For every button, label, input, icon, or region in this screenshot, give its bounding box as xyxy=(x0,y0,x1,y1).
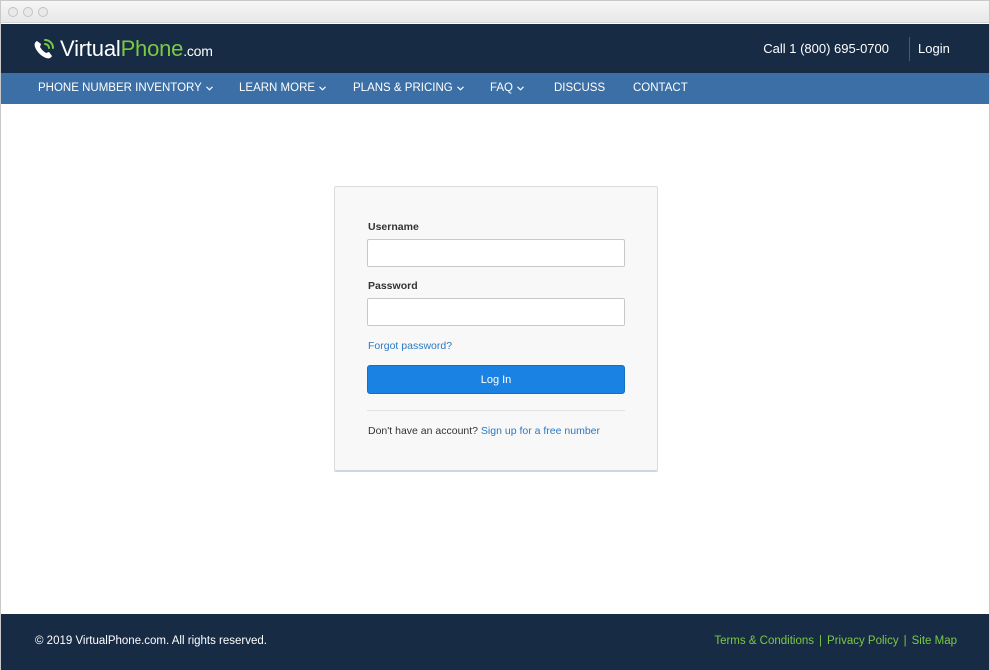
window-minimize-button[interactable] xyxy=(23,7,33,17)
nav-item-discuss[interactable]: DISCUSS xyxy=(554,82,605,94)
logo-word-com: .com xyxy=(183,43,213,59)
nav-item-label: FAQ xyxy=(490,82,514,94)
nav-item-label: LEARN MORE xyxy=(239,82,316,94)
window-maximize-button[interactable] xyxy=(38,7,48,17)
nav-item-label: PLANS & PRICING xyxy=(353,82,453,94)
nav-item-label: DISCUSS xyxy=(554,82,606,94)
site-header: VirtualPhone.com Call 1 (800) 695-0700 L… xyxy=(1,24,989,73)
nav-item-label: CONTACT xyxy=(633,82,688,94)
header-login-link[interactable]: Login xyxy=(918,41,950,56)
nav-item-label: PHONE NUMBER INVENTORY xyxy=(38,82,202,94)
password-field[interactable] xyxy=(367,298,625,326)
copyright-text: © 2019 VirtualPhone.com. All rights rese… xyxy=(35,635,267,647)
browser-window: VirtualPhone.com Call 1 (800) 695-0700 L… xyxy=(0,0,990,670)
nav-item-contact[interactable]: CONTACT xyxy=(633,82,688,94)
username-field[interactable] xyxy=(367,239,625,267)
nav-item-faq[interactable]: FAQ xyxy=(490,82,524,94)
header-divider xyxy=(909,37,910,61)
footer-link-terms[interactable]: Terms & Conditions xyxy=(714,635,814,647)
chevron-down-icon xyxy=(456,85,464,91)
nav-item-learn-more[interactable]: LEARN MORE xyxy=(239,82,326,94)
forgot-password-link[interactable]: Forgot password? xyxy=(368,340,452,352)
footer-separator: | xyxy=(819,635,823,647)
main-navigation: PHONE NUMBER INVENTORY LEARN MORE PLANS … xyxy=(1,73,989,104)
signup-link[interactable]: Sign up for a free number xyxy=(481,425,600,437)
signup-prompt-row: Don't have an account? Sign up for a fre… xyxy=(368,425,600,437)
footer-links: Terms & Conditions | Privacy Policy | Site M… xyxy=(714,635,957,647)
chevron-down-icon xyxy=(205,85,213,91)
chevron-down-icon xyxy=(319,85,326,91)
logo-wordmark: VirtualPhone.com xyxy=(60,36,213,62)
form-divider xyxy=(367,410,625,411)
logo-word-phone: Phone xyxy=(120,36,184,61)
call-phone-number[interactable]: Call 1 (800) 695-0700 xyxy=(763,41,889,56)
footer-separator: | xyxy=(903,635,907,647)
site-footer: © 2019 VirtualPhone.com. All rights rese… xyxy=(1,614,989,670)
password-label: Password xyxy=(368,280,418,292)
footer-link-sitemap[interactable]: Site Map xyxy=(912,635,957,647)
window-titlebar xyxy=(1,1,989,23)
login-card: Username Password Forgot password? Log I… xyxy=(334,186,658,472)
nav-item-phone-number-inventory[interactable]: PHONE NUMBER INVENTORY xyxy=(38,82,213,94)
site-logo[interactable]: VirtualPhone.com xyxy=(31,35,213,63)
nav-item-plans-pricing[interactable]: PLANS & PRICING xyxy=(353,82,464,94)
signup-prompt-text: Don't have an account? xyxy=(368,425,478,437)
log-in-button[interactable]: Log In xyxy=(367,365,625,394)
username-label: Username xyxy=(368,221,419,233)
logo-word-virtual: Virtual xyxy=(60,36,121,61)
phone-handset-icon xyxy=(34,39,54,59)
chevron-down-icon xyxy=(517,85,524,91)
window-close-button[interactable] xyxy=(8,7,18,17)
footer-link-privacy[interactable]: Privacy Policy xyxy=(827,635,899,647)
